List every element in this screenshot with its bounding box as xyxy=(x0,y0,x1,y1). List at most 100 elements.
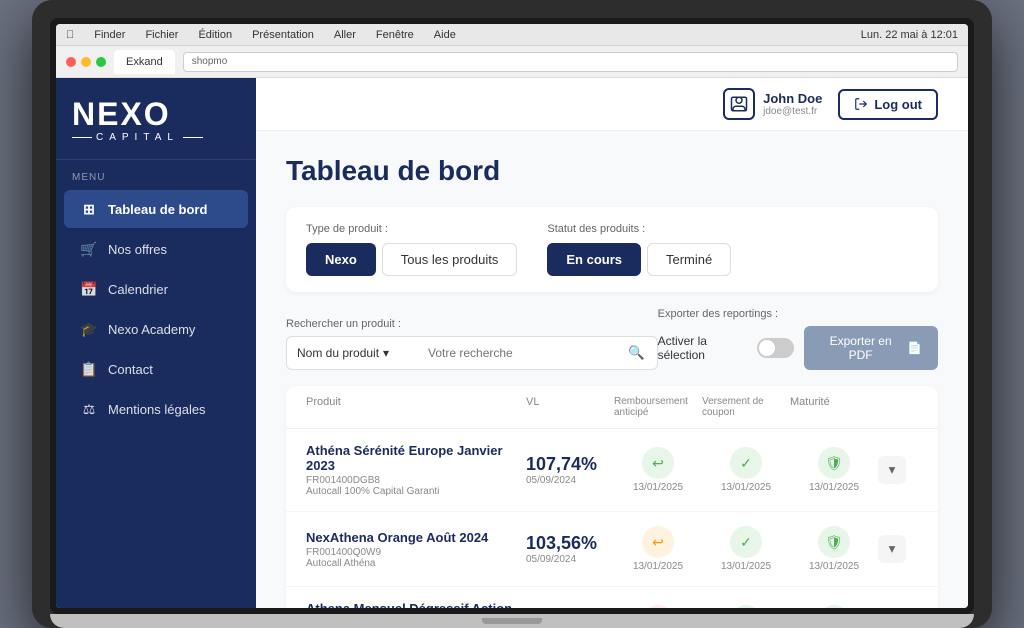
maturite-icon-1: 🛡 xyxy=(818,447,850,479)
search-select[interactable]: Nom du produit ▾ xyxy=(286,336,416,370)
col-vl: VL xyxy=(526,396,614,418)
toggle-thumb xyxy=(759,340,775,356)
app-container: NEXO CAPITAL Menu ⊞ Tableau de bord 🛒 xyxy=(56,78,968,608)
legal-icon: ⚖ xyxy=(80,400,98,418)
product-type-1: Autocall 100% Capital Garanti xyxy=(306,486,526,497)
export-pdf-button[interactable]: Exporter en PDF 📄 xyxy=(804,326,938,370)
remb-icon-3: ↩ xyxy=(642,605,674,608)
remb-cell-3: ↩ xyxy=(614,605,702,608)
product-status-filter: Statut des produits : En cours Terminé xyxy=(547,223,731,276)
browser-bar: Exkand shopmo xyxy=(56,46,968,78)
table-row: Athena Mensuel Dégressif Action BNP Juin… xyxy=(286,587,938,608)
col-remb: Remboursement anticipé xyxy=(614,396,702,418)
btn-en-cours[interactable]: En cours xyxy=(547,243,641,276)
close-button[interactable] xyxy=(66,57,76,67)
dashboard-icon: ⊞ xyxy=(80,200,98,218)
product-info-2: NexAthena Orange Août 2024 FR001400Q0W9 … xyxy=(306,530,526,569)
app-header: John Doe jdoe@test.fr Log out xyxy=(256,78,968,131)
user-info: John Doe jdoe@test.fr xyxy=(723,88,822,120)
user-details: John Doe jdoe@test.fr xyxy=(763,91,822,117)
sidebar-item-nos-offres[interactable]: 🛒 Nos offres xyxy=(64,230,248,268)
product-name-1: Athéna Sérénité Europe Janvier 2023 xyxy=(306,443,526,473)
search-button[interactable]: 🔍 xyxy=(616,336,658,370)
user-email: jdoe@test.fr xyxy=(763,106,822,117)
coupon-cell-1: ✓ 13/01/2025 xyxy=(702,447,790,493)
menu-fenetre[interactable]: Fenêtre xyxy=(376,29,414,41)
coupon-icon-2: ✓ xyxy=(730,526,762,558)
product-code-1: FR001400DGB8 xyxy=(306,475,526,486)
sidebar-item-tableau-de-bord[interactable]: ⊞ Tableau de bord xyxy=(64,190,248,228)
product-name-2: NexAthena Orange Août 2024 xyxy=(306,530,526,545)
chevron-down-icon: ▾ xyxy=(383,346,389,360)
sidebar-label-offres: Nos offres xyxy=(108,242,167,257)
search-input-wrap: Nom du produit ▾ 🔍 xyxy=(286,336,658,370)
export-pdf-label: Exporter en PDF xyxy=(820,334,901,362)
minimize-button[interactable] xyxy=(81,57,91,67)
coupon-cell-3: ✓ xyxy=(702,605,790,608)
logo: NEXO CAPITAL xyxy=(56,78,256,160)
col-maturite: Maturité xyxy=(790,396,878,418)
col-actions xyxy=(878,396,918,418)
btn-nexo[interactable]: Nexo xyxy=(306,243,376,276)
window-controls[interactable] xyxy=(66,57,106,67)
export-label: Exporter des reportings : xyxy=(658,308,938,320)
col-produit: Produit xyxy=(306,396,526,418)
product-info-1: Athéna Sérénité Europe Janvier 2023 FR00… xyxy=(306,443,526,497)
laptop-notch xyxy=(482,618,542,624)
product-info-3: Athena Mensuel Dégressif Action BNP Juin… xyxy=(306,601,526,608)
cart-icon: 🛒 xyxy=(80,240,98,258)
selection-toggle[interactable] xyxy=(757,338,794,358)
menu-edition[interactable]: Édition xyxy=(198,29,232,41)
browser-tab[interactable]: Exkand xyxy=(114,50,175,74)
sidebar-label-contact: Contact xyxy=(108,362,153,377)
maximize-button[interactable] xyxy=(96,57,106,67)
maturite-icon-3: 🛡 xyxy=(818,605,850,608)
user-avatar-icon xyxy=(723,88,755,120)
expand-button-2[interactable]: ▾ xyxy=(878,535,906,563)
sidebar-item-calendrier[interactable]: 📅 Calendrier xyxy=(64,270,248,308)
main-content: Tableau de bord Type de produit : Nexo T… xyxy=(256,131,968,608)
product-code-2: FR001400Q0W9 xyxy=(306,547,526,558)
filter-row: Type de produit : Nexo Tous les produits… xyxy=(306,223,918,276)
logout-icon xyxy=(854,97,868,111)
product-name-3: Athena Mensuel Dégressif Action BNP Juin… xyxy=(306,601,526,608)
sidebar-item-contact[interactable]: 📋 Contact xyxy=(64,350,248,388)
academy-icon: 🎓 xyxy=(80,320,98,338)
logo-capital: CAPITAL xyxy=(72,132,240,143)
search-input[interactable] xyxy=(416,336,616,370)
laptop-base xyxy=(50,614,974,628)
table-row: NexAthena Orange Août 2024 FR001400Q0W9 … xyxy=(286,512,938,587)
expand-button-1[interactable]: ▾ xyxy=(878,456,906,484)
menu-fichier[interactable]: Fichier xyxy=(145,29,178,41)
menu-label: Menu xyxy=(56,160,256,189)
maturite-cell-1: 🛡 13/01/2025 xyxy=(790,447,878,493)
calendar-icon: 📅 xyxy=(80,280,98,298)
menu-finder[interactable]: Finder xyxy=(94,29,125,41)
menu-aller[interactable]: Aller xyxy=(334,29,356,41)
logo-text: NEXO xyxy=(72,98,240,130)
sidebar-label-tableau: Tableau de bord xyxy=(108,202,207,217)
product-status-label: Statut des produits : xyxy=(547,223,731,235)
menu-presentation[interactable]: Présentation xyxy=(252,29,314,41)
sidebar-item-mentions-legales[interactable]: ⚖ Mentions légales xyxy=(64,390,248,428)
macos-menu-items:  Finder Fichier Édition Présentation Al… xyxy=(66,29,456,41)
product-type-label: Type de produit : xyxy=(306,223,517,235)
maturite-cell-2: 🛡 13/01/2025 xyxy=(790,526,878,572)
type-button-group: Nexo Tous les produits xyxy=(306,243,517,276)
col-coupon: Versement de coupon xyxy=(702,396,790,418)
remb-cell-2: ↩ 13/01/2025 xyxy=(614,526,702,572)
coupon-cell-2: ✓ 13/01/2025 xyxy=(702,526,790,572)
sidebar-item-nexo-academy[interactable]: 🎓 Nexo Academy xyxy=(64,310,248,348)
sidebar-label-calendrier: Calendrier xyxy=(108,282,168,297)
logout-button[interactable]: Log out xyxy=(838,89,938,120)
remb-icon-1: ↩ xyxy=(642,447,674,479)
menu-aide[interactable]: Aide xyxy=(434,29,456,41)
apple-menu[interactable]:  xyxy=(66,29,74,41)
remb-cell-1: ↩ 13/01/2025 xyxy=(614,447,702,493)
btn-termine[interactable]: Terminé xyxy=(647,243,731,276)
filters-section: Type de produit : Nexo Tous les produits… xyxy=(286,207,938,292)
remb-icon-2: ↩ xyxy=(642,526,674,558)
btn-tous-produits[interactable]: Tous les produits xyxy=(382,243,518,276)
browser-url[interactable]: shopmo xyxy=(183,52,958,72)
macos-menu-bar:  Finder Fichier Édition Présentation Al… xyxy=(56,24,968,46)
